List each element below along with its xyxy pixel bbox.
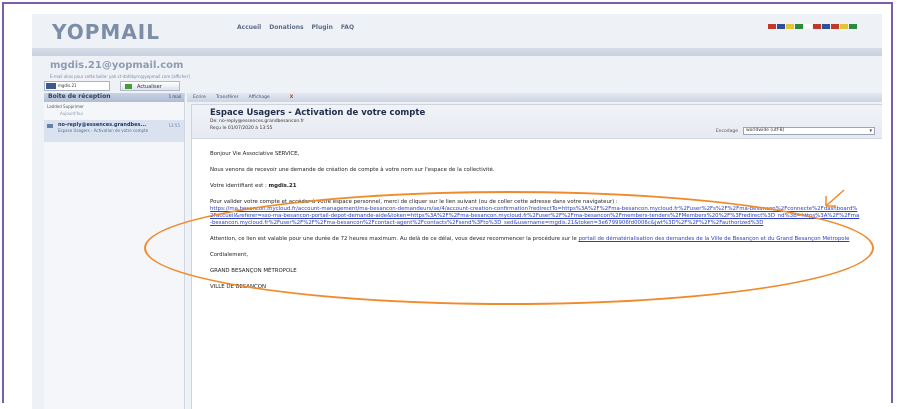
flag-icon[interactable] [777, 24, 785, 29]
nav-plugin[interactable]: Plugin [312, 24, 333, 31]
flag-icon[interactable] [786, 24, 794, 29]
nav-faq[interactable]: FAQ [341, 24, 354, 31]
yopmail-logo[interactable]: YOPMAIL [52, 20, 160, 44]
message-subject: Espace Usagers - Activation de votre com… [210, 108, 426, 118]
top-navigation: Accueil Donations Plugin FAQ [237, 24, 354, 31]
chevron-down-icon: ▾ [869, 128, 872, 134]
message-subject-preview: Espace Usagers - Activation de votre com… [58, 128, 149, 133]
signature-1: GRAND BESANÇON MÉTROPOLE [210, 268, 297, 274]
encoding-label: Encodage [715, 129, 738, 134]
flag-icon[interactable] [768, 24, 776, 29]
inbox-count: 1 mail [168, 94, 181, 99]
delete-icon[interactable]: X [290, 93, 293, 102]
inbox-tools[interactable]: Ladded Supprimer [44, 102, 184, 111]
inbox-message-item[interactable]: no-reply@essences.grandbes... Espace Usa… [44, 120, 184, 142]
envelope-icon [47, 124, 53, 128]
toolbar-display[interactable]: Affichage [249, 93, 270, 102]
message-header: Espace Usagers - Activation de votre com… [192, 105, 882, 139]
flag-icon[interactable] [795, 24, 803, 29]
validation-paragraph: Pour valider votre compte et accéder à v… [210, 199, 860, 227]
portal-link[interactable]: portail de dématérialisation des demande… [578, 236, 849, 242]
language-flags [768, 24, 857, 29]
nav-donations[interactable]: Donations [269, 24, 303, 31]
warning-text: Attention, ce lien est valable pour une … [210, 236, 579, 242]
message-body: Bonjour Vie Associative SERVICE, Nous ve… [210, 151, 860, 300]
message-date: Reçu le 01/07/2020 à 13:55 [210, 126, 273, 131]
refresh-icon [125, 84, 132, 89]
message-from: De: no-reply@essences.grandbesancon.fr [210, 119, 305, 124]
identifier-line: Votre identifiant est : mgdis.21 [210, 183, 860, 190]
intro-paragraph: Nous venons de recevoir une demande de c… [210, 167, 495, 173]
warning-paragraph: Attention, ce lien est valable pour une … [210, 236, 860, 243]
message-toolbar: Ecrire Transférer Affichage X [187, 93, 882, 102]
closing: Cordialement, [210, 252, 249, 258]
yopmail-screenshot: YOPMAIL Accueil Donations Plugin FAQ mgd… [32, 14, 882, 409]
inbox-date-group: Aujourd'hui [60, 111, 83, 116]
refresh-button[interactable]: Actualiser [120, 81, 180, 91]
flag-icon[interactable] [813, 24, 821, 29]
mailbox-input[interactable]: mgdis.21 [44, 81, 110, 91]
message-pane: Espace Usagers - Activation de votre com… [191, 104, 882, 409]
figure-frame: YOPMAIL Accueil Donations Plugin FAQ mgd… [2, 2, 893, 409]
message-time: 13:55 [168, 123, 180, 128]
identifier-value: mgdis.21 [268, 183, 297, 189]
encoding-select[interactable]: worldwide (utf-8) ▾ [743, 127, 875, 135]
flag-icon[interactable] [840, 24, 848, 29]
flag-icon[interactable] [831, 24, 839, 29]
flag-icon[interactable] [822, 24, 830, 29]
logo-text: YOPMAIL [52, 20, 160, 44]
encoding-value: worldwide (utf-8) [746, 128, 785, 133]
arrow-icon [825, 189, 845, 207]
inbox-header: Boite de réception 1 mail [44, 93, 184, 102]
mailbox-input-value: mgdis.21 [58, 83, 77, 88]
inbox-pane: Boite de réception 1 mail Ladded Supprim… [44, 93, 185, 409]
greeting: Bonjour Vie Associative SERVICE, [210, 151, 300, 157]
refresh-label: Actualiser [137, 84, 162, 90]
mailbox-address: mgdis.21@yopmail.com [50, 60, 184, 71]
inbox-title: Boite de réception [48, 93, 111, 100]
header-divider [32, 48, 882, 56]
validation-text: Pour valider votre compte et accéder à v… [210, 199, 618, 205]
identifier-prefix: Votre identifiant est : [210, 183, 269, 189]
signature-2: VILLE DE BESANÇON [210, 284, 267, 290]
nav-accueil[interactable]: Accueil [237, 24, 261, 31]
toolbar-write[interactable]: Ecrire [193, 93, 206, 102]
flag-icon[interactable] [849, 24, 857, 29]
mailbox-icon [46, 83, 56, 89]
mailbox-alias-note: E-mail alias pour cette boite: yah.ct-da… [50, 74, 190, 79]
activation-link[interactable]: https://ma.besancon.mycloud.fr/account-m… [210, 206, 859, 226]
flag-icon[interactable] [804, 24, 812, 29]
toolbar-forward[interactable]: Transférer [216, 93, 239, 102]
